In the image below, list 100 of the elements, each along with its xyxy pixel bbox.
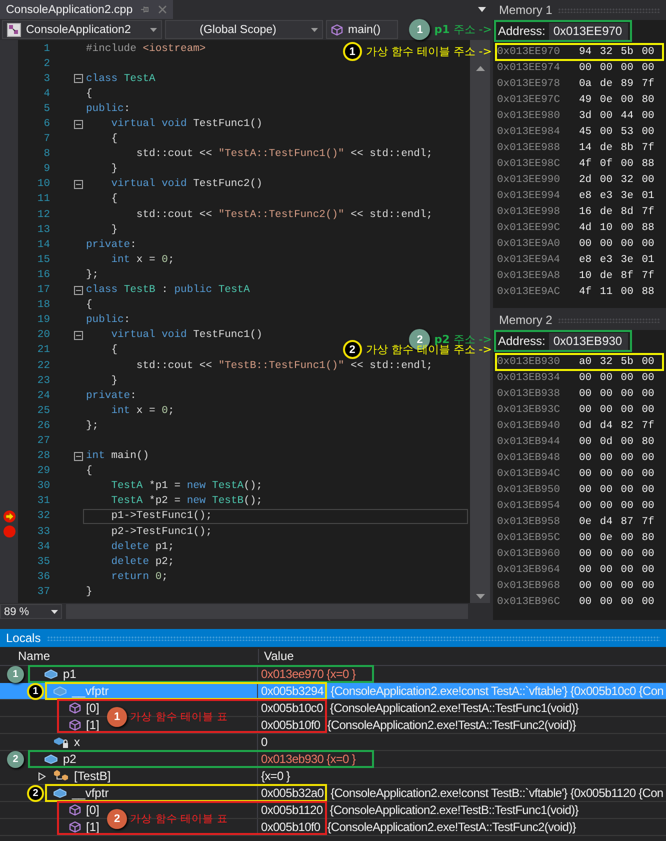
variable-name: x bbox=[74, 735, 80, 749]
code-line: } bbox=[110, 374, 118, 388]
value-detail: {ConsoleApplication2.exe!TestA::TestFunc2(void)} bbox=[327, 820, 576, 834]
code-line: { bbox=[85, 464, 92, 478]
memory-bytes: 00 00 00 00 bbox=[579, 596, 654, 608]
variable-icon bbox=[53, 686, 67, 696]
locals-row[interactable]: x 0 bbox=[0, 734, 666, 751]
cube-icon bbox=[69, 821, 81, 833]
code-line: delete p2; bbox=[110, 554, 174, 569]
variable-value: 0x005b1120 bbox=[261, 803, 323, 817]
value-detail: {ConsoleApplication2.exe!const TestB::`vftable'} {0x005b1120 {Con bbox=[330, 786, 664, 800]
number-badge: 1 bbox=[107, 707, 127, 727]
memory-address: 0x013EB960 bbox=[497, 548, 562, 560]
line-number: 25 bbox=[36, 404, 50, 417]
variable-icon bbox=[44, 669, 58, 679]
value-detail: {ConsoleApplication2.exe!const TestA::`vftable'} {0x005b10c0 {Con bbox=[330, 684, 664, 698]
scroll-down-icon[interactable] bbox=[476, 594, 484, 599]
memory-bytes: 00 00 00 00 bbox=[579, 484, 654, 496]
memory-address: 0x013EE984 bbox=[497, 126, 562, 138]
variable-value: 0x013eb930 {x=0 } bbox=[261, 752, 356, 766]
line-number: 4 bbox=[42, 88, 50, 100]
code-line: { bbox=[110, 192, 118, 206]
code-line: { bbox=[110, 132, 118, 146]
dropdown-caret-icon[interactable] bbox=[478, 7, 486, 12]
memory-bytes: 2d 00 32 00 bbox=[579, 174, 654, 186]
collapse-icon[interactable] bbox=[74, 452, 82, 461]
code-line: } bbox=[110, 162, 118, 176]
memory-bytes: 00 00 00 00 bbox=[579, 372, 654, 384]
line-number: 15 bbox=[36, 254, 50, 266]
collapse-icon[interactable] bbox=[74, 74, 82, 84]
expand-arrow-icon[interactable] bbox=[38, 772, 46, 780]
line-number: 8 bbox=[42, 148, 50, 160]
line-number: 1 bbox=[42, 42, 50, 55]
memory-address: 0x013EB940 bbox=[497, 420, 562, 432]
variable-value: 0x005b3294 bbox=[261, 684, 324, 698]
dropdown-caret-icon bbox=[51, 610, 58, 614]
panel-title: Memory 1 bbox=[499, 3, 552, 17]
memory-bytes: 00 00 00 00 bbox=[579, 564, 654, 576]
code-line: private: bbox=[85, 388, 136, 403]
collapse-icon[interactable] bbox=[74, 120, 82, 129]
code-line: std::cout << "TestB::TestFunc1()" << std::endl; bbox=[135, 358, 433, 373]
annotation-label: 가상 함수 테이블 주소 -> bbox=[366, 343, 492, 357]
memory-address: 0x013EE9A4 bbox=[497, 254, 562, 266]
code-line: return 0; bbox=[110, 570, 168, 584]
memory-bytes: 16 de 8d 7f bbox=[579, 206, 654, 218]
address-field[interactable]: 0x013EB930 bbox=[549, 332, 628, 350]
line-number: 30 bbox=[36, 480, 50, 492]
locked-field-icon bbox=[53, 736, 69, 748]
code-line: int main() bbox=[85, 449, 150, 464]
variable-name: p2 bbox=[63, 752, 76, 766]
project-icon bbox=[7, 22, 21, 36]
project-dropdown[interactable]: ConsoleApplication2 bbox=[2, 20, 162, 39]
memory-bytes: 4d 10 00 88 bbox=[579, 222, 654, 234]
memory-bytes: 3d 00 44 00 bbox=[579, 110, 654, 122]
memory-address: 0x013EB948 bbox=[497, 452, 562, 464]
line-number: 28 bbox=[36, 450, 50, 462]
annotation-label: p2 주소 -> bbox=[434, 332, 492, 346]
memory-bytes: 45 00 53 00 bbox=[579, 126, 654, 138]
member-dropdown[interactable]: main() bbox=[326, 20, 398, 39]
line-number: 32 bbox=[36, 510, 50, 522]
code-line: { bbox=[85, 298, 92, 312]
cube-icon bbox=[69, 804, 81, 816]
number-badge: 1 bbox=[7, 666, 24, 683]
variable-icon bbox=[44, 754, 58, 764]
address-field[interactable]: 0x013EE970 bbox=[549, 22, 628, 40]
collapse-icon[interactable] bbox=[74, 330, 82, 340]
memory-bytes: 00 0d 00 80 bbox=[579, 436, 654, 448]
code-line: virtual void TestFunc2() bbox=[110, 177, 262, 192]
code-line: public: bbox=[85, 313, 130, 328]
number-badge: 2 bbox=[7, 751, 24, 768]
current-statement-icon[interactable] bbox=[2, 510, 16, 523]
scope-dropdown[interactable]: (Global Scope) bbox=[165, 20, 323, 39]
memory-address: 0x013EE98C bbox=[497, 158, 562, 170]
collapse-icon[interactable] bbox=[74, 286, 82, 295]
memory-bytes: 14 de 8b 7f bbox=[579, 142, 654, 154]
code-line: TestA *p1 = new TestA(); bbox=[110, 479, 262, 494]
memory-address: 0x013EE9AC bbox=[497, 286, 562, 298]
value-detail: {ConsoleApplication2.exe!TestB::TestFunc1(void)} bbox=[330, 803, 578, 817]
collapse-icon[interactable] bbox=[74, 180, 82, 189]
locals-row[interactable]: [TestB] {x=0 } bbox=[0, 768, 666, 785]
memory-address: 0x013EE988 bbox=[497, 142, 562, 154]
code-line: } bbox=[85, 584, 92, 599]
cube-icon bbox=[69, 719, 81, 731]
memory-address: 0x013EE990 bbox=[497, 174, 562, 186]
variable-value: 0x005b32a0 bbox=[261, 786, 324, 800]
memory-bytes: 4f 11 00 88 bbox=[579, 286, 654, 298]
column-header[interactable]: Value bbox=[259, 649, 294, 663]
memory-address: 0x013EB94C bbox=[497, 468, 562, 480]
zoom-dropdown[interactable]: 89 % bbox=[0, 604, 62, 619]
column-header[interactable]: Name bbox=[0, 649, 259, 663]
line-number: 37 bbox=[36, 586, 50, 598]
variable-value: 0x005b10c0 bbox=[261, 701, 323, 715]
memory-bytes: e8 e3 3e 01 bbox=[579, 254, 654, 266]
scroll-up-icon[interactable] bbox=[476, 66, 484, 71]
locals-row[interactable]: p2 0x013eb930 {x=0 } bbox=[29, 751, 666, 768]
variable-value: 0 bbox=[261, 735, 268, 749]
memory-address: 0x013EB954 bbox=[497, 500, 562, 512]
horizontal-scrollbar[interactable] bbox=[66, 604, 468, 619]
cube-icon bbox=[331, 24, 343, 36]
address-label: Address: bbox=[498, 24, 546, 38]
